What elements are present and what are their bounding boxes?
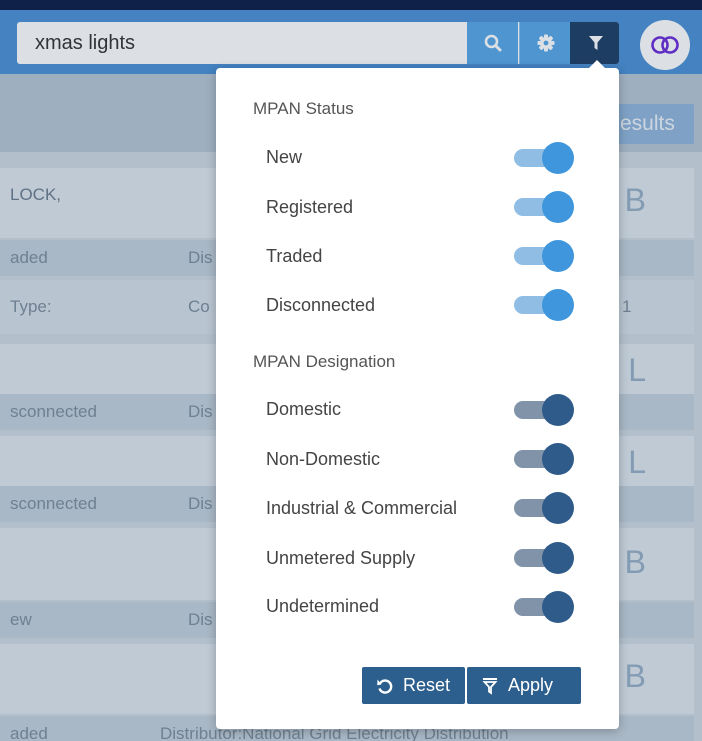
designation-option-label: Industrial & Commercial <box>266 498 458 518</box>
toggle-knob <box>542 191 574 223</box>
designation-option-label: Non-Domestic <box>266 449 381 469</box>
card-status: ew <box>10 610 32 629</box>
reset-label: Reset <box>403 675 451 695</box>
toggle-knob <box>542 142 574 174</box>
card-status: sconnected <box>10 402 97 421</box>
reset-button[interactable]: Reset <box>362 667 465 704</box>
filter-icon <box>588 36 603 50</box>
card-type: Type: <box>10 297 52 316</box>
card-status: aded <box>10 724 48 741</box>
screen-frame: esults LOCK, B aded Dis Type: Co 1 L sco… <box>0 0 702 741</box>
toggle-knob <box>542 394 574 426</box>
settings-button[interactable] <box>519 22 571 64</box>
gear-icon <box>537 34 554 52</box>
search-button[interactable] <box>467 22 518 64</box>
mpan-designation-heading: MPAN Designation <box>253 352 396 371</box>
apply-button[interactable]: Apply <box>467 667 581 704</box>
undo-icon <box>377 678 393 694</box>
status-option-label: Traded <box>266 246 323 266</box>
status-option-label: Disconnected <box>266 295 376 315</box>
toggle-domestic[interactable] <box>514 394 574 426</box>
card-letter: B <box>624 658 646 694</box>
search-bar <box>17 22 619 64</box>
designation-option-label: Unmetered Supply <box>266 548 416 568</box>
card-letter: B <box>624 544 646 580</box>
toggle-knob <box>542 591 574 623</box>
status-option-label: New <box>266 147 303 167</box>
card-distributor: Dis <box>188 494 213 513</box>
card-title: LOCK, <box>10 185 62 204</box>
card-letter: L <box>628 352 646 388</box>
toggle-non-domestic[interactable] <box>514 443 574 475</box>
filter-button[interactable] <box>570 22 619 64</box>
toggle-knob <box>542 289 574 321</box>
toggle-registered[interactable] <box>514 191 574 223</box>
toggle-knob <box>542 492 574 524</box>
card-letter: L <box>628 444 646 480</box>
toggle-knob <box>542 240 574 272</box>
card-status: aded <box>10 248 48 267</box>
filter-icon <box>482 677 498 695</box>
search-input[interactable] <box>17 22 465 64</box>
filter-panel: MPAN Status New Registered Traded Discon… <box>216 60 619 729</box>
overlap-circles-icon <box>651 36 679 54</box>
designation-option-label: Domestic <box>266 399 342 419</box>
status-option-label: Registered <box>266 197 354 217</box>
designation-option-label: Undetermined <box>266 596 380 616</box>
toggle-new[interactable] <box>514 142 574 174</box>
toggle-traded[interactable] <box>514 240 574 272</box>
toggle-disconnected[interactable] <box>514 289 574 321</box>
mpan-status-heading: MPAN Status <box>253 99 354 118</box>
card-letter: B <box>624 182 646 218</box>
toggle-industrial-commercial[interactable] <box>514 492 574 524</box>
card-status: sconnected <box>10 494 97 513</box>
apply-label: Apply <box>508 675 554 695</box>
card-value: 1 <box>622 297 632 316</box>
toggle-logo-button[interactable] <box>640 20 690 70</box>
toggle-knob <box>542 443 574 475</box>
card-connection: Co <box>188 297 210 316</box>
toggle-unmetered-supply[interactable] <box>514 542 574 574</box>
toggle-undetermined[interactable] <box>514 591 574 623</box>
card-distributor: Dis <box>188 610 213 629</box>
card-distributor: Dis <box>188 248 213 267</box>
toggle-knob <box>542 542 574 574</box>
search-icon <box>484 34 501 52</box>
card-distributor: Dis <box>188 402 213 421</box>
